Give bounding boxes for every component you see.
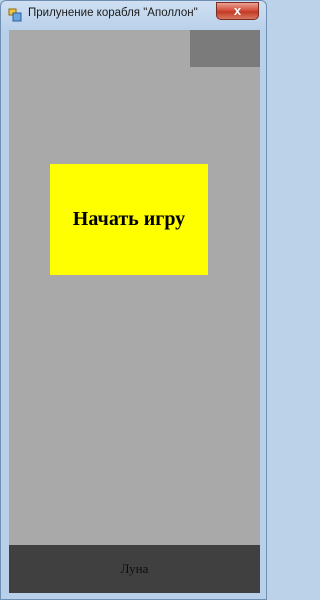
app-window: Прилунение корабля "Аполлон" x Начать иг… xyxy=(0,0,267,600)
window-app-icon xyxy=(8,8,22,22)
close-button[interactable]: x xyxy=(216,2,259,20)
corner-panel xyxy=(190,30,260,67)
start-game-label: Начать игру xyxy=(72,208,186,230)
close-icon: x xyxy=(233,3,242,18)
game-area: Начать игру Луна xyxy=(9,30,260,593)
start-game-button[interactable]: Начать игру xyxy=(50,164,208,275)
moon-label: Луна xyxy=(120,561,149,576)
moon-surface: Луна xyxy=(9,545,260,593)
window-title: Прилунение корабля "Аполлон" xyxy=(28,7,198,19)
title-bar[interactable]: Прилунение корабля "Аполлон" x xyxy=(1,1,266,29)
